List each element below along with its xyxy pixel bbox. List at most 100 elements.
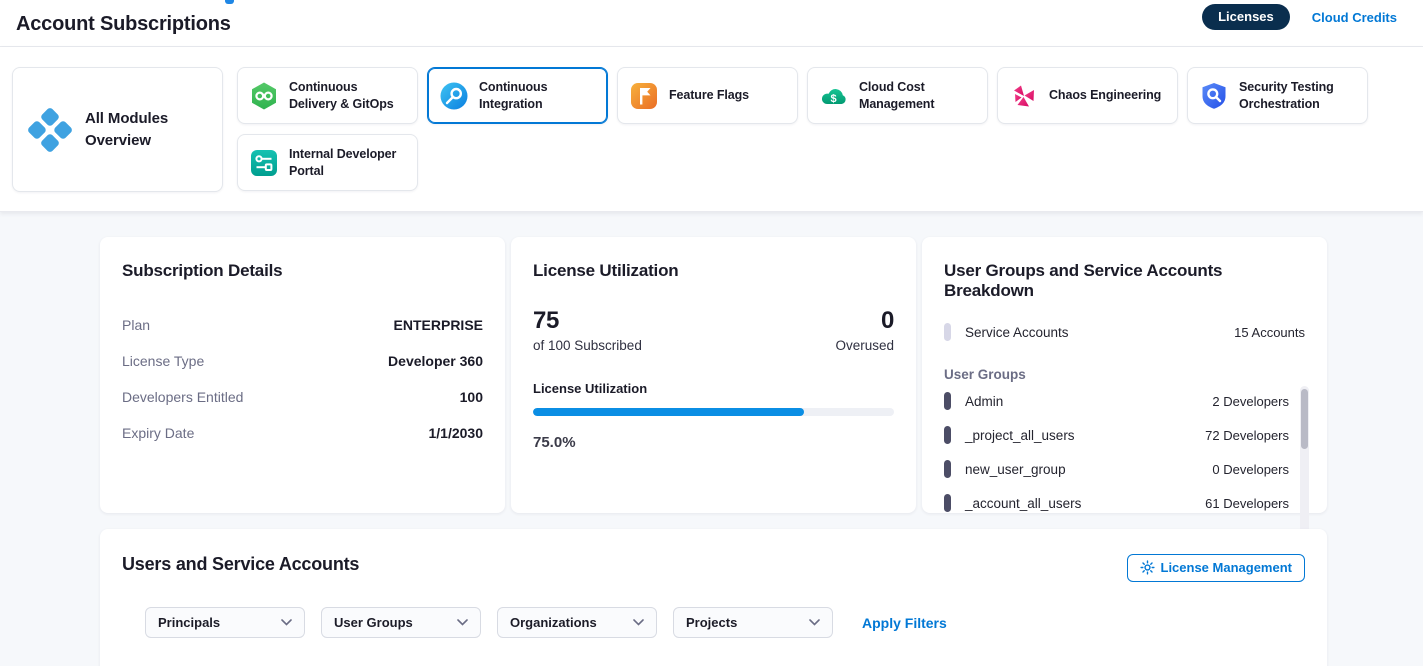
module-tile-idp[interactable]: Internal Developer Portal (237, 134, 418, 191)
detail-value: Developer 360 (388, 353, 483, 369)
service-accounts-marker (944, 323, 951, 341)
page-title: Account Subscriptions (16, 13, 231, 36)
overused-caption: Overused (835, 338, 894, 353)
user-groups-list[interactable]: Admin 2 Developers _project_all_users 72 De… (944, 384, 1305, 520)
content-area: Subscription Details Plan ENTERPRISE Licen… (0, 212, 1423, 666)
user-group-row: _project_all_users 72 Developers (944, 418, 1289, 452)
user-group-name: _project_all_users (965, 428, 1075, 443)
dropdown-label: Principals (158, 615, 220, 630)
detail-row: Expiry Date 1/1/2030 (122, 415, 483, 451)
user-group-count: 0 Developers (1212, 462, 1289, 477)
subscription-details-title: Subscription Details (122, 261, 483, 281)
module-tile-label: Continuous Delivery & GitOps (289, 79, 406, 113)
detail-row: Plan ENTERPRISE (122, 307, 483, 343)
user-groups-scrollbar[interactable] (1300, 386, 1309, 542)
feature-flags-icon (629, 81, 659, 111)
service-accounts-row: Service Accounts 15 Accounts (944, 323, 1305, 341)
user-groups-heading: User Groups (944, 367, 1305, 382)
detail-label: Plan (122, 317, 150, 333)
breakdown-card: User Groups and Service Accounts Breakdo… (922, 237, 1327, 513)
module-tile-label: Feature Flags (669, 87, 749, 104)
detail-value: 1/1/2030 (429, 425, 484, 441)
module-tile-label: Cloud Cost Management (859, 79, 976, 113)
module-tile-feature-flags[interactable]: Feature Flags (617, 67, 798, 124)
filter-dropdown-projects[interactable]: Projects (673, 607, 833, 638)
user-group-marker (944, 392, 951, 410)
user-group-count: 2 Developers (1212, 394, 1289, 409)
utilization-percent: 75.0% (533, 434, 894, 451)
header-actions: Licenses Cloud Credits (1202, 4, 1397, 30)
user-group-name: Admin (965, 394, 1003, 409)
chevron-down-icon (633, 619, 644, 626)
subscription-detail-rows: Plan ENTERPRISE License Type Developer 360 D… (122, 307, 483, 451)
chevron-down-icon (457, 619, 468, 626)
subscribed-count: 75 (533, 307, 642, 335)
users-service-accounts-card: Users and Service Accounts License Manag… (100, 529, 1327, 666)
gear-icon (1140, 560, 1155, 575)
detail-label: Expiry Date (122, 425, 194, 441)
utilization-progress-fill (533, 408, 804, 416)
detail-value: ENTERPRISE (394, 317, 483, 333)
module-tile-label: Internal Developer Portal (289, 146, 406, 180)
license-management-label: License Management (1161, 560, 1293, 575)
subscribed-caption: of 100 Subscribed (533, 338, 642, 353)
apply-filters-link[interactable]: Apply Filters (862, 615, 947, 631)
detail-label: License Type (122, 353, 204, 369)
license-utilization-card: License Utilization 75 of 100 Subscribed… (511, 237, 916, 513)
filter-dropdown-user-groups[interactable]: User Groups (321, 607, 481, 638)
licenses-tab-button[interactable]: Licenses (1202, 4, 1290, 30)
module-tile-cd-gitops[interactable]: Continuous Delivery & GitOps (237, 67, 418, 124)
user-group-name: new_user_group (965, 462, 1066, 477)
user-group-name: _account_all_users (965, 496, 1081, 511)
ci-icon (439, 81, 469, 111)
filter-dropdown-organizations[interactable]: Organizations (497, 607, 657, 638)
filter-dropdown-principals[interactable]: Principals (145, 607, 305, 638)
module-tile-security-shield[interactable]: Security Testing Orchestration (1187, 67, 1368, 124)
module-tile-ci[interactable]: Continuous Integration (427, 67, 608, 124)
chaos-icon (1009, 81, 1039, 111)
cloud-cost-icon: $ (819, 81, 849, 111)
service-accounts-label: Service Accounts (965, 325, 1069, 340)
license-utilization-title: License Utilization (533, 261, 894, 281)
user-group-row: Admin 2 Developers (944, 384, 1289, 418)
user-group-row: new_user_group 0 Developers (944, 452, 1289, 486)
module-tile-chaos[interactable]: Chaos Engineering (997, 67, 1178, 124)
detail-label: Developers Entitled (122, 389, 243, 405)
detail-row: License Type Developer 360 (122, 343, 483, 379)
module-tile-grid: Continuous Delivery & GitOps Continuous I… (237, 67, 1377, 191)
module-tile-cloud-cost[interactable]: $ Cloud Cost Management (807, 67, 988, 124)
cloud-credits-link[interactable]: Cloud Credits (1312, 10, 1397, 25)
module-tile-label: Chaos Engineering (1049, 87, 1161, 104)
detail-value: 100 (460, 389, 483, 405)
user-group-marker (944, 426, 951, 444)
dropdown-label: Projects (686, 615, 737, 630)
dropdown-label: Organizations (510, 615, 597, 630)
security-shield-icon (1199, 81, 1229, 111)
overused-count: 0 (835, 307, 894, 335)
all-modules-icon (27, 107, 73, 153)
svg-text:$: $ (831, 93, 837, 105)
idp-icon (249, 148, 279, 178)
detail-row: Developers Entitled 100 (122, 379, 483, 415)
license-management-button[interactable]: License Management (1127, 554, 1306, 582)
breakdown-title: User Groups and Service Accounts Breakdo… (944, 261, 1305, 301)
user-group-count: 61 Developers (1205, 496, 1289, 511)
filters-row: Principals User Groups Organizations Projec… (145, 607, 1305, 638)
user-group-row: _account_all_users 61 Developers (944, 486, 1289, 520)
account-subscriptions-page: Account Subscriptions Licenses Cloud Cre… (0, 0, 1423, 666)
all-modules-overview-label: All Modules Overview (85, 108, 208, 152)
module-tile-label: Security Testing Orchestration (1239, 79, 1356, 113)
utilization-bar-label: License Utilization (533, 381, 894, 396)
page-header: Account Subscriptions Licenses Cloud Cre… (0, 0, 1423, 47)
user-group-marker (944, 460, 951, 478)
service-accounts-value: 15 Accounts (1234, 325, 1305, 340)
all-modules-overview-tile[interactable]: All Modules Overview (12, 67, 223, 192)
cd-gitops-icon (249, 81, 279, 111)
scrollbar-thumb[interactable] (1301, 389, 1308, 449)
user-group-count: 72 Developers (1205, 428, 1289, 443)
module-tile-label: Continuous Integration (479, 79, 596, 113)
chevron-down-icon (281, 619, 292, 626)
utilization-progress-track (533, 408, 894, 416)
user-group-marker (944, 494, 951, 512)
subscription-details-card: Subscription Details Plan ENTERPRISE Licen… (100, 237, 505, 513)
